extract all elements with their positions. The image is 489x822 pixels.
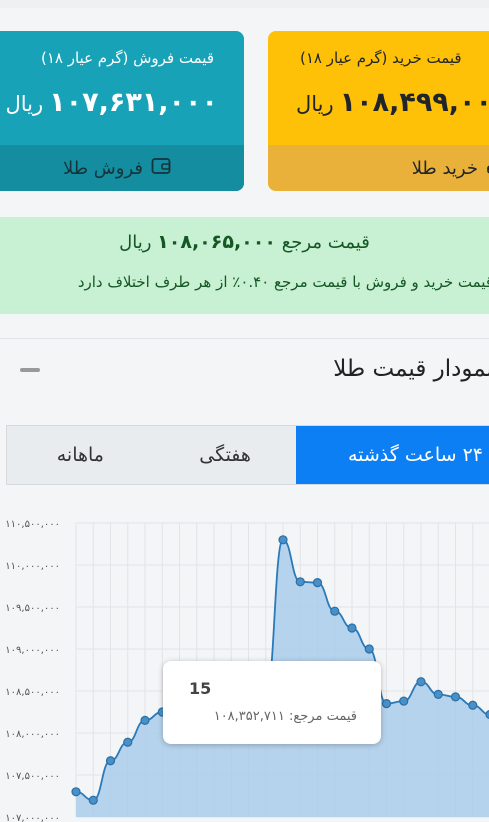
reference-price-unit: ریال: [119, 232, 152, 253]
tooltip-label: قیمت مرجع:: [288, 709, 357, 724]
tab-monthly[interactable]: ماهانه: [7, 426, 154, 484]
sell-price-number: ۱۰۷,۶۳۱,۰۰۰: [49, 87, 218, 118]
data-point[interactable]: [330, 606, 340, 616]
buy-price-value: ۱۰۸,۴۹۹,۰۰ریال: [296, 87, 489, 118]
y-tick-label: ۱۰۸,۵۰۰,۰۰۰: [5, 687, 60, 698]
chart-title: نمودار قیمت طلا: [333, 356, 489, 382]
sell-price-card: قیمت فروش (گرم عیار ۱۸) ۱۰۷,۶۳۱,۰۰۰ریال …: [0, 31, 244, 191]
reference-price-panel: قیمت مرجع ۱۰۸,۰۶۵,۰۰۰ ریال قیمت خرید و ف…: [0, 217, 489, 314]
buy-gold-label: خرید طلا: [411, 157, 478, 179]
reference-note: قیمت خرید و فروش با قیمت مرجع ۰.۴۰٪ از ه…: [77, 273, 489, 291]
tooltip-number: ۱۰۸,۳۵۲,۷۱۱: [213, 709, 285, 724]
data-point[interactable]: [468, 700, 478, 710]
data-point[interactable]: [88, 795, 98, 805]
data-point[interactable]: [347, 623, 357, 633]
sell-gold-button[interactable]: فروش طلا: [0, 145, 244, 191]
wallet-icon: [151, 157, 171, 180]
buy-gold-button[interactable]: خرید طلا: [268, 145, 489, 191]
top-divider: [0, 0, 489, 8]
data-point[interactable]: [71, 787, 81, 797]
data-point[interactable]: [433, 689, 443, 699]
reference-price-label: قیمت مرجع: [281, 232, 370, 253]
y-tick-label: ۱۰۸,۰۰۰,۰۰۰: [5, 729, 60, 740]
section-divider: [0, 338, 489, 339]
tooltip-value: قیمت مرجع: ۱۰۸,۳۵۲,۷۱۱: [214, 709, 357, 724]
y-tick-label: ۱۰۷,۰۰۰,۰۰۰: [5, 813, 60, 822]
tab-24h[interactable]: ۲۴ ساعت گذشته: [296, 426, 489, 484]
sell-price-unit: ریال: [5, 92, 44, 116]
sell-price-label: قیمت فروش (گرم عیار ۱۸): [40, 49, 214, 67]
data-point[interactable]: [381, 699, 392, 709]
period-tabs: ۲۴ ساعت گذشته هفتگی ماهانه: [6, 425, 489, 485]
sell-price-value: ۱۰۷,۶۳۱,۰۰۰ریال: [6, 87, 219, 118]
data-point[interactable]: [140, 715, 150, 725]
y-tick-label: ۱۰۹,۵۰۰,۰۰۰: [5, 603, 60, 614]
chart-tooltip: 15 قیمت مرجع: ۱۰۸,۳۵۲,۷۱۱: [163, 661, 381, 744]
buy-price-label: قیمت خرید (گرم عیار ۱۸): [300, 49, 462, 67]
data-point[interactable]: [364, 644, 374, 654]
reference-price-line: قیمت مرجع ۱۰۸,۰۶۵,۰۰۰ ریال: [0, 231, 489, 253]
data-point[interactable]: [123, 737, 133, 747]
buy-price-unit: ریال: [296, 92, 334, 116]
data-point[interactable]: [278, 535, 288, 545]
y-tick-label: ۱۱۰,۰۰۰,۰۰۰: [5, 561, 60, 572]
collapse-button[interactable]: [20, 368, 40, 372]
data-point[interactable]: [450, 692, 461, 702]
y-tick-label: ۱۰۷,۵۰۰,۰۰۰: [5, 771, 60, 782]
buy-price-number: ۱۰۸,۴۹۹,۰۰: [339, 87, 489, 118]
data-point[interactable]: [105, 756, 116, 766]
data-point[interactable]: [295, 577, 305, 587]
tooltip-title: 15: [189, 679, 212, 698]
tab-weekly[interactable]: هفتگی: [154, 426, 297, 484]
data-point[interactable]: [312, 578, 323, 588]
data-point[interactable]: [399, 696, 409, 706]
buy-price-card: قیمت خرید (گرم عیار ۱۸) ۱۰۸,۴۹۹,۰۰ریال خ…: [268, 31, 489, 191]
sell-gold-label: فروش طلا: [63, 157, 143, 179]
data-point[interactable]: [416, 677, 426, 687]
reference-price-value: ۱۰۸,۰۶۵,۰۰۰: [157, 231, 276, 253]
y-tick-label: ۱۱۰,۵۰۰,۰۰۰: [5, 519, 60, 530]
y-tick-label: ۱۰۹,۰۰۰,۰۰۰: [5, 645, 60, 656]
